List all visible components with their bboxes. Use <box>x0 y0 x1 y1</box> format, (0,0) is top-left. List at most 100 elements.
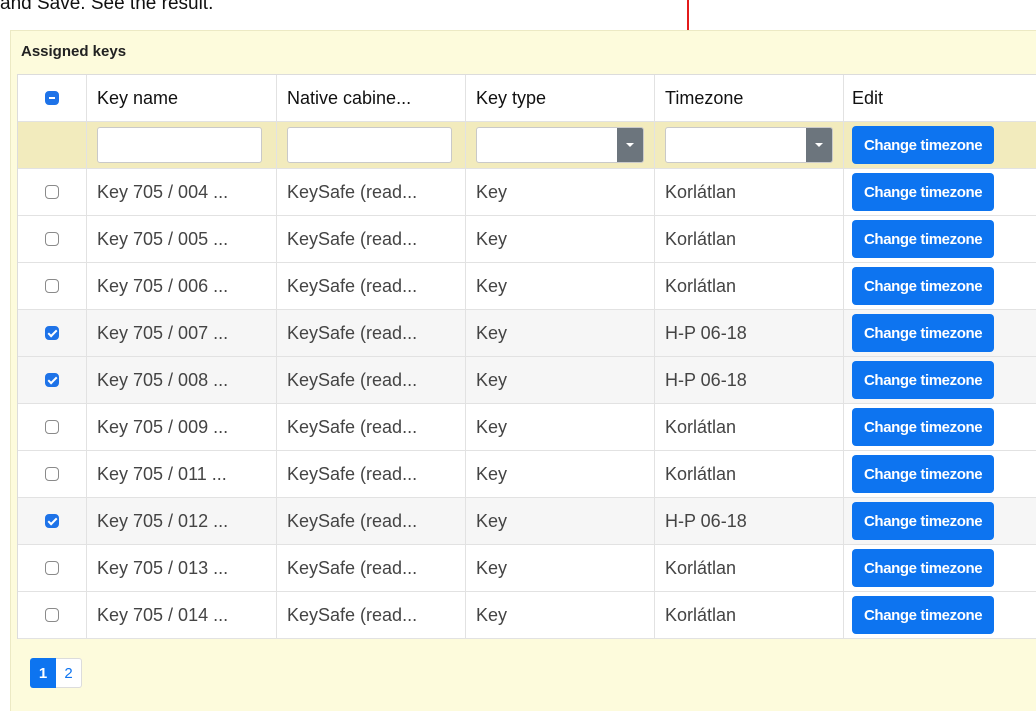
row-checkbox[interactable] <box>45 514 59 528</box>
timezone-cell: H-P 06-18 <box>655 310 844 356</box>
row-select-cell <box>18 310 87 356</box>
select-all-checkbox[interactable] <box>45 91 59 105</box>
change-timezone-button[interactable]: Change timezone <box>852 408 995 446</box>
row-checkbox[interactable] <box>45 326 59 340</box>
timezone-cell: H-P 06-18 <box>655 498 844 544</box>
key-type-cell: Key <box>466 498 655 544</box>
change-timezone-button[interactable]: Change timezone <box>852 549 995 587</box>
change-timezone-button[interactable]: Change timezone <box>852 502 995 540</box>
change-timezone-button[interactable]: Change timezone <box>852 596 995 634</box>
timezone-filter-select[interactable] <box>665 127 833 163</box>
row-checkbox[interactable] <box>45 420 59 434</box>
instruction-caption: and Save. See the result. <box>0 0 214 14</box>
row-checkbox[interactable] <box>45 185 59 199</box>
row-checkbox[interactable] <box>45 608 59 622</box>
native-cabinet-filter-input[interactable] <box>287 127 452 163</box>
change-timezone-button[interactable]: Change timezone <box>852 455 995 493</box>
filter-key-name-cell <box>87 122 277 168</box>
row-select-cell <box>18 404 87 450</box>
key-name-cell: Key 705 / 013 ... <box>87 545 277 591</box>
row-select-cell <box>18 263 87 309</box>
key-name-filter-input[interactable] <box>97 127 262 163</box>
edit-cell: Change timezone <box>844 451 1036 497</box>
change-timezone-button[interactable]: Change timezone <box>852 173 995 211</box>
native-cabinet-cell: KeySafe (read... <box>277 216 466 262</box>
timezone-cell: Korlátlan <box>655 592 844 638</box>
edit-cell: Change timezone <box>844 357 1036 403</box>
row-checkbox[interactable] <box>45 561 59 575</box>
change-timezone-button[interactable]: Change timezone <box>852 220 995 258</box>
page-2-button[interactable]: 2 <box>56 658 82 688</box>
filter-empty-cell <box>18 122 87 168</box>
header-edit: Edit <box>852 87 884 108</box>
key-name-cell: Key 705 / 012 ... <box>87 498 277 544</box>
timezone-cell: Korlátlan <box>655 263 844 309</box>
table-row[interactable]: Key 705 / 007 ... KeySafe (read... Key H-P … <box>18 310 1036 357</box>
timezone-cell: H-P 06-18 <box>655 357 844 403</box>
table-header-row: Key name Native cabine... Key type Timez… <box>18 75 1036 122</box>
row-select-cell <box>18 498 87 544</box>
filter-timezone-cell <box>655 122 844 168</box>
header-timezone[interactable]: Timezone <box>655 75 844 121</box>
table-row[interactable]: Key 705 / 006 ... KeySafe (read... Key Korl… <box>18 263 1036 310</box>
row-select-cell <box>18 545 87 591</box>
native-cabinet-cell: KeySafe (read... <box>277 263 466 309</box>
native-cabinet-cell: KeySafe (read... <box>277 592 466 638</box>
table-row[interactable]: Key 705 / 011 ... KeySafe (read... Key Korl… <box>18 451 1036 498</box>
filter-row: Change timezone <box>18 122 1036 169</box>
edit-cell: Change timezone <box>844 498 1036 544</box>
chevron-down-icon[interactable] <box>806 128 832 162</box>
table-row[interactable]: Key 705 / 012 ... KeySafe (read... Key H-P … <box>18 498 1036 545</box>
row-checkbox[interactable] <box>45 467 59 481</box>
key-name-cell: Key 705 / 006 ... <box>87 263 277 309</box>
table-row[interactable]: Key 705 / 013 ... KeySafe (read... Key Korl… <box>18 545 1036 592</box>
key-name-cell: Key 705 / 009 ... <box>87 404 277 450</box>
row-select-cell <box>18 357 87 403</box>
edit-cell: Change timezone <box>844 592 1036 638</box>
edit-cell: Change timezone <box>844 169 1036 215</box>
change-timezone-button[interactable]: Change timezone <box>852 314 995 352</box>
edit-cell: Change timezone <box>844 263 1036 309</box>
key-type-cell: Key <box>466 310 655 356</box>
row-checkbox[interactable] <box>45 373 59 387</box>
key-type-cell: Key <box>466 545 655 591</box>
timezone-cell: Korlátlan <box>655 451 844 497</box>
row-checkbox[interactable] <box>45 232 59 246</box>
change-timezone-button[interactable]: Change timezone <box>852 267 995 305</box>
key-type-cell: Key <box>466 404 655 450</box>
key-name-cell: Key 705 / 005 ... <box>87 216 277 262</box>
change-timezone-button[interactable]: Change timezone <box>852 361 995 399</box>
native-cabinet-cell: KeySafe (read... <box>277 404 466 450</box>
header-key-name[interactable]: Key name <box>87 75 277 121</box>
key-type-cell: Key <box>466 451 655 497</box>
key-type-cell: Key <box>466 263 655 309</box>
native-cabinet-cell: KeySafe (read... <box>277 451 466 497</box>
header-native-cabinet[interactable]: Native cabine... <box>277 75 466 121</box>
key-type-cell: Key <box>466 592 655 638</box>
header-select-all-cell <box>18 75 87 121</box>
filter-key-type-cell <box>466 122 655 168</box>
timezone-cell: Korlátlan <box>655 545 844 591</box>
row-checkbox[interactable] <box>45 279 59 293</box>
row-select-cell <box>18 451 87 497</box>
chevron-down-icon[interactable] <box>617 128 643 162</box>
native-cabinet-cell: KeySafe (read... <box>277 545 466 591</box>
table-row[interactable]: Key 705 / 014 ... KeySafe (read... Key Korl… <box>18 592 1036 639</box>
header-key-type[interactable]: Key type <box>466 75 655 121</box>
table-row[interactable]: Key 705 / 008 ... KeySafe (read... Key H-P … <box>18 357 1036 404</box>
filter-native-cabinet-cell <box>277 122 466 168</box>
key-type-cell: Key <box>466 357 655 403</box>
edit-cell: Change timezone <box>844 216 1036 262</box>
key-type-filter-select[interactable] <box>476 127 644 163</box>
key-name-cell: Key 705 / 004 ... <box>87 169 277 215</box>
change-timezone-button[interactable]: Change timezone <box>852 126 995 164</box>
table-row[interactable]: Key 705 / 004 ... KeySafe (read... Key Korl… <box>18 169 1036 216</box>
page-1-button[interactable]: 1 <box>30 658 56 688</box>
native-cabinet-cell: KeySafe (read... <box>277 169 466 215</box>
table-row[interactable]: Key 705 / 009 ... KeySafe (read... Key Korl… <box>18 404 1036 451</box>
table-row[interactable]: Key 705 / 005 ... KeySafe (read... Key Korl… <box>18 216 1036 263</box>
row-select-cell <box>18 216 87 262</box>
row-select-cell <box>18 592 87 638</box>
native-cabinet-cell: KeySafe (read... <box>277 498 466 544</box>
native-cabinet-cell: KeySafe (read... <box>277 357 466 403</box>
